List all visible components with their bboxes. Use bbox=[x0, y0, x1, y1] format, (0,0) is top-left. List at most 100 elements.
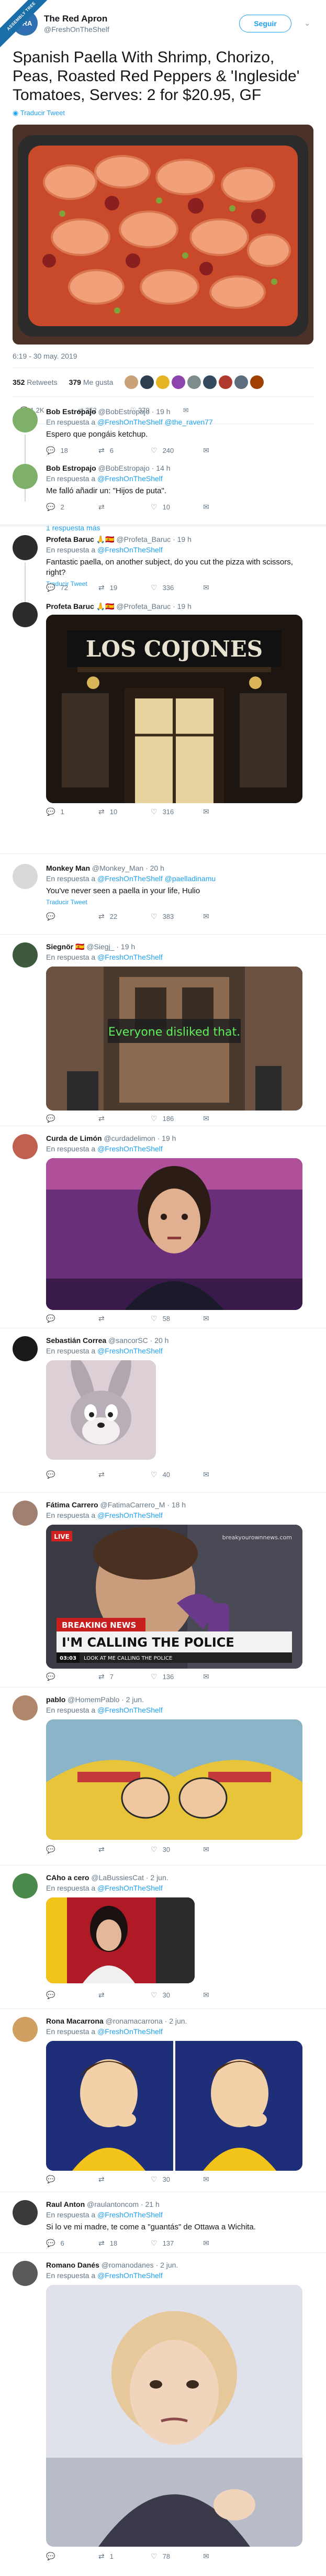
avatar[interactable] bbox=[203, 375, 217, 389]
reply-to-link[interactable]: @FreshOnTheShelf @paelladinamu bbox=[97, 874, 216, 883]
reply-time[interactable]: · 19 h bbox=[173, 535, 192, 543]
avatar[interactable] bbox=[125, 375, 139, 389]
cartoon-photo[interactable] bbox=[46, 1360, 156, 1460]
reply-time[interactable]: · 20 h bbox=[145, 864, 164, 872]
reply-action[interactable]: 💬 bbox=[46, 912, 98, 921]
chevron-down-icon[interactable]: ⌄ bbox=[304, 19, 310, 28]
like-action[interactable]: ♡ 30 bbox=[151, 2175, 203, 2184]
avatar[interactable] bbox=[219, 375, 233, 389]
like-action[interactable]: ♡ 186 bbox=[151, 1114, 203, 1123]
reply-time[interactable]: · 20 h bbox=[150, 1336, 169, 1345]
like-action[interactable]: ♡ 137 bbox=[151, 2239, 203, 2248]
avatar[interactable] bbox=[250, 375, 264, 389]
reply-action[interactable]: 💬 bbox=[46, 1470, 98, 1479]
retweet-action[interactable]: ⇄ bbox=[98, 1470, 151, 1479]
retweet-action[interactable]: ⇄ bbox=[98, 503, 151, 512]
retweet-action[interactable]: ⇄ 18 bbox=[98, 2239, 151, 2248]
reply-author-handle[interactable]: @Profeta_Baruc bbox=[116, 602, 171, 610]
like-action[interactable]: ♡ 30 bbox=[151, 1845, 203, 1854]
dm-action[interactable]: ✉ bbox=[203, 1991, 255, 2000]
like-action[interactable]: ♡ 136 bbox=[151, 1672, 203, 1681]
reply-author-handle[interactable]: @Monkey_Man bbox=[92, 864, 143, 872]
avatar[interactable] bbox=[13, 1134, 38, 1159]
reply-author-handle[interactable]: @LaBussiesCat bbox=[91, 1873, 144, 1882]
author-handle[interactable]: @FreshOnTheShelf bbox=[44, 25, 109, 34]
like-action[interactable]: ♡ 240 bbox=[151, 446, 203, 455]
retweet-action[interactable]: ⇄ 10 bbox=[98, 807, 151, 816]
like-action[interactable]: ♡ 40 bbox=[151, 1470, 203, 1479]
reply-time[interactable]: · 18 h bbox=[167, 1501, 186, 1509]
breaking-news-photo[interactable]: LIVE breakyourownnews.com BREAKING NEWS … bbox=[46, 1525, 302, 1669]
paella-photo[interactable] bbox=[13, 125, 313, 345]
reply-author-handle[interactable]: @Siegj_ bbox=[86, 942, 114, 951]
sign-photo[interactable]: LOS COJONES bbox=[46, 615, 302, 803]
reply-author-name[interactable]: Rona Macarrona bbox=[46, 2017, 104, 2025]
translate-link[interactable]: Traducir Tweet bbox=[46, 898, 313, 906]
reaction-photo[interactable] bbox=[46, 1158, 302, 1310]
reply-author-name[interactable]: Bob Estropajo bbox=[46, 407, 96, 416]
reply-time[interactable]: · 2 jun. bbox=[165, 2017, 187, 2025]
reply-time[interactable]: · 19 h bbox=[173, 602, 192, 610]
avatar[interactable] bbox=[13, 942, 38, 968]
dm-action[interactable]: ✉ bbox=[203, 1470, 255, 1479]
retweet-action[interactable]: ⇄ 19 bbox=[98, 583, 151, 592]
avatar[interactable] bbox=[140, 375, 154, 389]
reply-author-handle[interactable]: @BobEstropajo bbox=[98, 407, 150, 416]
captain-meme-photo[interactable] bbox=[46, 2041, 302, 2171]
reply-action[interactable]: 💬 bbox=[46, 2175, 98, 2184]
dm-action[interactable]: ✉ bbox=[203, 446, 255, 455]
reply-author-name[interactable]: Curda de Limón bbox=[46, 1134, 102, 1142]
reply-to-link[interactable]: @FreshOnTheShelf bbox=[97, 2027, 163, 2036]
dm-action[interactable]: ✉ bbox=[203, 1114, 255, 1123]
reply-action[interactable]: 💬 6 bbox=[46, 2239, 98, 2248]
avatar[interactable] bbox=[13, 1695, 38, 1720]
like-action[interactable]: ♡ 58 bbox=[151, 1314, 203, 1323]
reply-action[interactable]: 💬 72 bbox=[46, 583, 98, 592]
retweet-action[interactable]: ⇄ bbox=[98, 1845, 151, 1854]
avatar[interactable] bbox=[13, 1336, 38, 1361]
avatar[interactable] bbox=[13, 535, 38, 560]
like-action[interactable]: ♡ 316 bbox=[151, 807, 203, 816]
dm-action[interactable]: ✉ bbox=[203, 1314, 255, 1323]
reply-author-name[interactable]: Profeta Baruc 🙏🇪🇸 bbox=[46, 535, 115, 543]
dm-action[interactable]: ✉ bbox=[203, 1845, 255, 1854]
reply-action[interactable]: 💬 bbox=[46, 1114, 98, 1123]
dm-action[interactable]: ✉ bbox=[203, 503, 255, 512]
reply-to-link[interactable]: @FreshOnTheShelf @the_raven77 bbox=[97, 418, 213, 426]
reply-action[interactable]: 💬 18 bbox=[46, 446, 98, 455]
reply-author-name[interactable]: Romano Danés bbox=[46, 2261, 99, 2269]
author-display-name[interactable]: The Red Apron bbox=[44, 14, 109, 24]
retweet-action[interactable]: ⇄ 7 bbox=[98, 1672, 151, 1681]
reply-to-link[interactable]: @FreshOnTheShelf bbox=[97, 2271, 163, 2280]
avatar[interactable] bbox=[13, 464, 38, 489]
reply-action[interactable]: 💬 bbox=[46, 1845, 98, 1854]
reply-to-link[interactable]: @FreshOnTheShelf bbox=[97, 1884, 163, 1892]
reply-time[interactable]: · 14 h bbox=[152, 464, 171, 472]
likes-stat[interactable]: 379 Me gusta bbox=[69, 378, 114, 386]
reply-author-name[interactable]: Raul Anton bbox=[46, 2200, 85, 2208]
reply-author-handle[interactable]: @ronamacarrona bbox=[106, 2017, 163, 2025]
reply-time[interactable]: · 21 h bbox=[141, 2200, 160, 2208]
reply-author-name[interactable]: Monkey Man bbox=[46, 864, 90, 872]
reply-action[interactable]: 💬 1 bbox=[46, 807, 98, 816]
reply-author-name[interactable]: Bob Estropajo bbox=[46, 464, 96, 472]
reply-to-link[interactable]: @FreshOnTheShelf bbox=[97, 1511, 163, 1519]
reply-action[interactable]: 💬 bbox=[46, 1314, 98, 1323]
skeptical-woman-photo[interactable] bbox=[46, 2285, 302, 2547]
reply-time[interactable]: · 2 jun. bbox=[146, 1873, 168, 1882]
reply-to-link[interactable]: @FreshOnTheShelf bbox=[97, 1347, 163, 1355]
reply-author-name[interactable]: Fátima Carrero bbox=[46, 1501, 98, 1509]
retweet-action[interactable]: ⇄ 22 bbox=[98, 912, 151, 921]
reply-author-handle[interactable]: @raulantoncom bbox=[87, 2200, 139, 2208]
meme-photo[interactable]: Everyone disliked that. bbox=[46, 967, 302, 1111]
like-action[interactable]: ♡ 78 bbox=[151, 2552, 203, 2561]
reply-author-handle[interactable]: @HomemPablo bbox=[68, 1695, 119, 1704]
retweet-action[interactable]: ⇄ bbox=[98, 1991, 151, 2000]
reply-author-handle[interactable]: @curdadelimon bbox=[104, 1134, 155, 1142]
avatar[interactable] bbox=[13, 602, 38, 627]
retweet-action[interactable]: ⇄ bbox=[98, 2175, 151, 2184]
reply-action[interactable]: 💬 bbox=[46, 1991, 98, 2000]
retweet-action[interactable]: ⇄ 6 bbox=[98, 446, 151, 455]
reply-to-link[interactable]: @FreshOnTheShelf bbox=[97, 1706, 163, 1714]
dm-action[interactable]: ✉ bbox=[203, 583, 255, 592]
